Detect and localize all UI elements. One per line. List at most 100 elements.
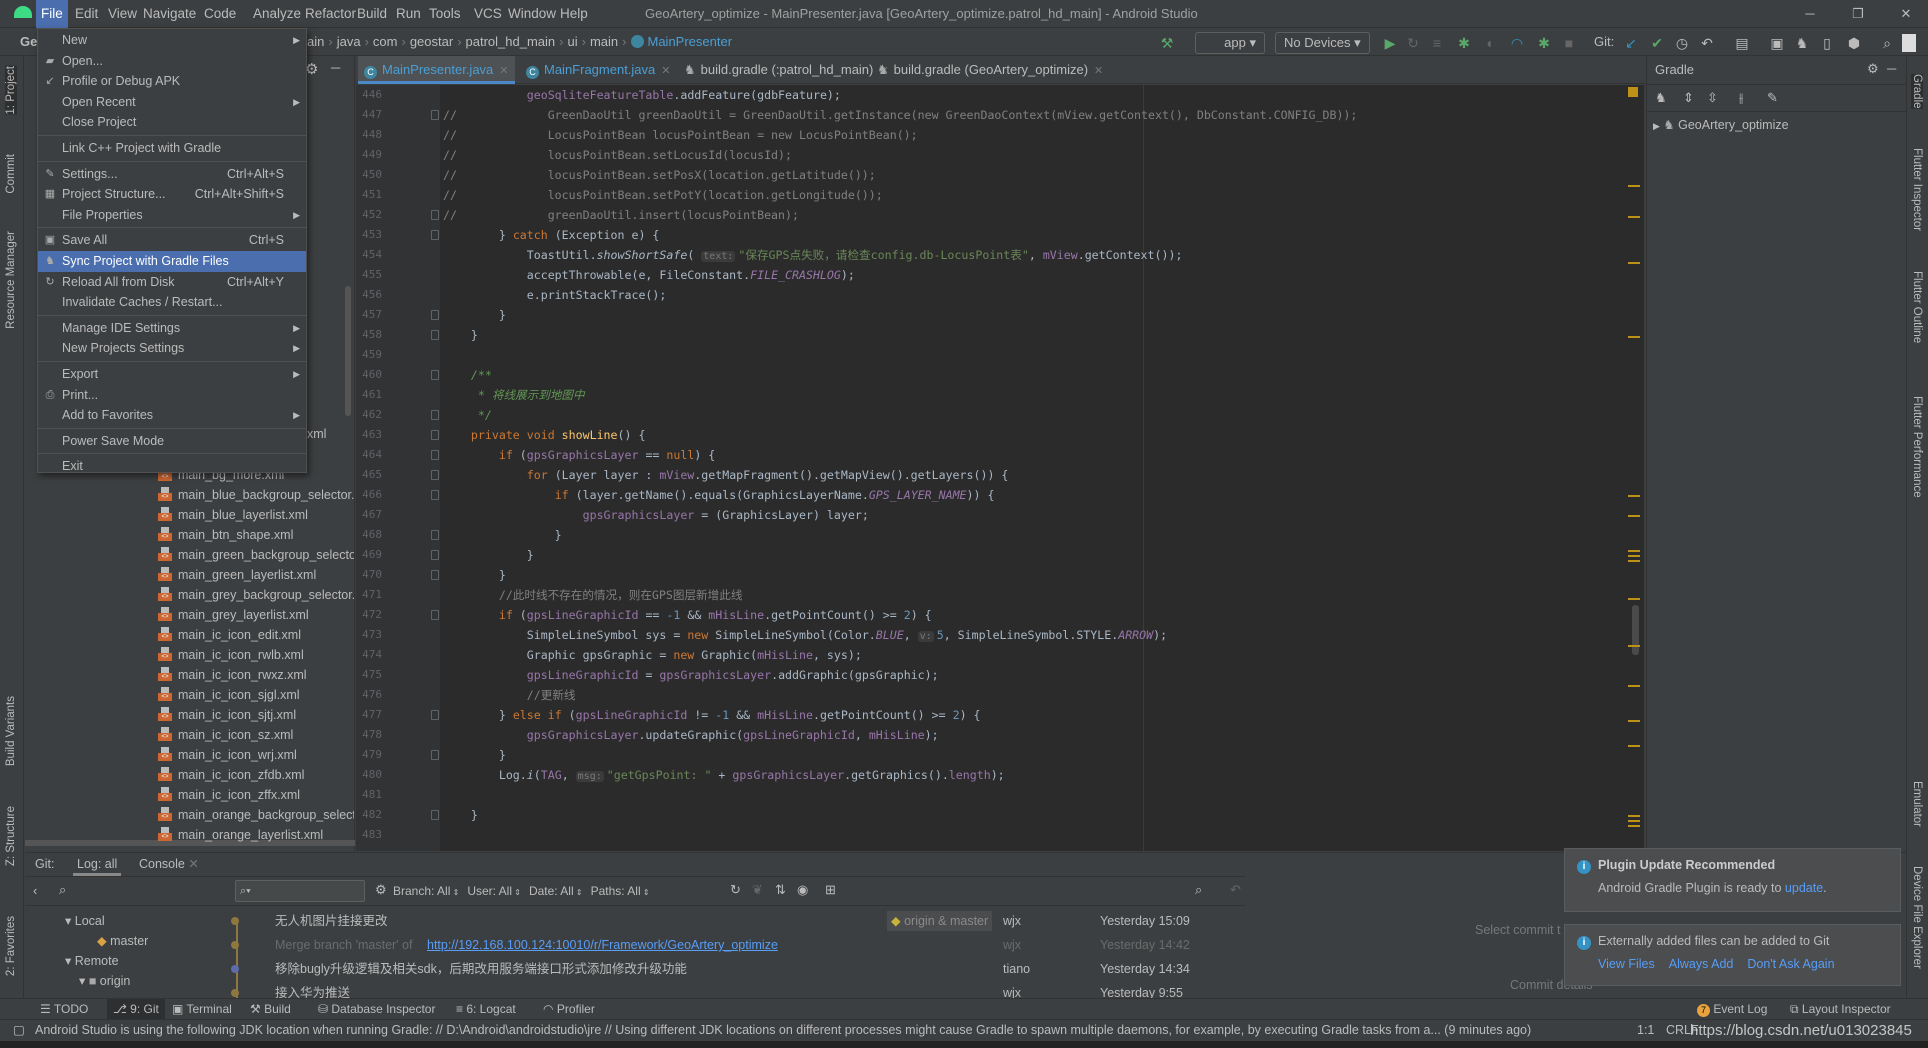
avatar[interactable] — [1902, 34, 1916, 52]
menu-item-exit[interactable]: Exit — [38, 456, 306, 477]
error-stripe-mark[interactable] — [1628, 336, 1640, 338]
breadcrumb-item[interactable]: com — [373, 34, 398, 49]
git-rollback-icon[interactable]: ↶ — [1698, 34, 1716, 52]
avd-manager-icon[interactable]: ▯ — [1818, 34, 1836, 52]
tool-window-build[interactable]: ⚒ Build — [250, 999, 291, 1020]
tree-item[interactable]: main_ic_icon_zffx.xml — [158, 785, 354, 805]
tree-item[interactable]: main_blue_layerlist.xml — [158, 505, 354, 525]
fold-marker-icon[interactable] — [431, 210, 439, 220]
status-message[interactable]: Android Studio is using the following JD… — [35, 1020, 1635, 1041]
menu-item-sync-project-with-gradle-files[interactable]: ♞ Sync Project with Gradle Files — [38, 250, 306, 272]
tree-item[interactable]: main_grey_backgroup_selector.xml — [158, 585, 354, 605]
fold-marker-icon[interactable] — [431, 110, 439, 120]
filter-user[interactable]: User: All ⇕ — [467, 884, 521, 898]
tool-window-database-inspector[interactable]: ⛁ Database Inspector — [318, 999, 435, 1020]
error-stripe-mark[interactable] — [1628, 216, 1640, 218]
tool-window-terminal[interactable]: ▣ Terminal — [172, 999, 232, 1020]
menu-item-new-projects-settings[interactable]: New Projects Settings ▶ — [38, 338, 306, 359]
apply-changes-icon[interactable]: ↻ — [1404, 34, 1422, 52]
filter-branch[interactable]: Branch: All ⇕ — [393, 884, 459, 898]
error-stripe-mark[interactable] — [1628, 555, 1640, 557]
tool-window-6-logcat[interactable]: ≡ 6: Logcat — [456, 999, 516, 1020]
filter-date[interactable]: Date: All ⇕ — [529, 884, 583, 898]
tree-item[interactable]: main_orange_layerlist.xml — [158, 825, 354, 845]
stripe-build-variants[interactable]: Build Variants — [5, 696, 17, 766]
error-stripe-mark[interactable] — [1628, 720, 1640, 722]
fold-marker-icon[interactable] — [431, 750, 439, 760]
tool-window-profiler[interactable]: ◠ Profiler — [543, 999, 595, 1020]
fold-marker-icon[interactable] — [431, 810, 439, 820]
profile-icon[interactable]: ◠ — [1508, 34, 1526, 52]
menu-vcs[interactable]: VCS — [469, 0, 507, 28]
menu-build[interactable]: Build — [352, 0, 392, 28]
tool-window-9-git[interactable]: ⎇ 9: Git — [107, 999, 165, 1020]
stripe-favorites[interactable]: 2: Favorites — [5, 916, 17, 976]
breadcrumb-item[interactable]: geostar — [410, 34, 453, 49]
error-stripe-mark[interactable] — [1628, 560, 1640, 562]
event-log-button[interactable]: 7 Event Log — [1697, 999, 1767, 1020]
close-window-button[interactable]: ✕ — [1896, 0, 1916, 28]
project-scrollbar[interactable] — [345, 286, 351, 416]
fold-marker-icon[interactable] — [431, 230, 439, 240]
error-stripe-mark[interactable] — [1628, 262, 1640, 264]
status-toggle-icon[interactable]: ▢ — [13, 1020, 25, 1041]
error-stripe-mark[interactable] — [1628, 495, 1640, 497]
fold-marker-icon[interactable] — [431, 490, 439, 500]
menu-item-invalidate-caches-restart[interactable]: Invalidate Caches / Restart... — [38, 292, 306, 313]
menu-item-print[interactable]: ⎙ Print... — [38, 385, 306, 406]
menu-item-project-structure[interactable]: ▦ Project Structure... Ctrl+Alt+Shift+S — [38, 184, 306, 205]
tree-item[interactable]: main_grey_layerlist.xml — [158, 605, 354, 625]
breadcrumb-item[interactable]: patrol_hd_main — [466, 34, 556, 49]
error-stripe-mark[interactable] — [1628, 598, 1640, 600]
tree-item[interactable]: main_ic_icon_zfdb.xml — [158, 765, 354, 785]
stripe-flutter-inspector[interactable]: Flutter Inspector — [1911, 148, 1923, 231]
tab-build-gradle-geoartery-optimize-[interactable]: ♞ build.gradle (GeoArtery_optimize) ✕ — [871, 56, 1109, 84]
breadcrumb-project[interactable]: Ge — [20, 28, 37, 56]
tab-log-all[interactable]: Log: all — [73, 853, 122, 876]
menu-item-profile-or-debug-apk[interactable]: ↙ Profile or Debug APK — [38, 71, 306, 92]
close-tab-icon[interactable]: ✕ — [1094, 65, 1103, 77]
attach-debugger-icon[interactable]: ◖ — [1480, 34, 1498, 52]
fold-marker-icon[interactable] — [431, 610, 439, 620]
log-settings-icon[interactable]: ⚙ — [375, 882, 387, 898]
tree-item[interactable]: main_ic_icon_rwxz.xml — [158, 665, 354, 685]
menu-item-close-project[interactable]: Close Project — [38, 112, 306, 133]
minimize-button[interactable]: ─ — [1800, 0, 1820, 28]
menu-item-manage-ide-settings[interactable]: Manage IDE Settings ▶ — [38, 318, 306, 339]
menu-item-link-c-project-with-gradle[interactable]: Link C++ Project with Gradle — [38, 138, 306, 159]
stripe-project[interactable]: 1: Project — [5, 66, 17, 115]
fold-marker-icon[interactable] — [431, 530, 439, 540]
view-options-icon[interactable]: ◉ — [797, 882, 808, 898]
menu-item-file-properties[interactable]: File Properties ▶ — [38, 205, 306, 226]
settings-gear-icon[interactable]: ⚙ — [305, 60, 318, 78]
fold-marker-icon[interactable] — [431, 550, 439, 560]
breadcrumb-item[interactable]: ui — [568, 34, 578, 49]
tree-item[interactable]: main_ic_icon_sjtj.xml — [158, 705, 354, 725]
error-stripe-mark[interactable] — [1628, 820, 1640, 822]
collapse-all-icon[interactable]: ⇳ — [1707, 90, 1718, 106]
sdk-manager-icon[interactable]: ▣ — [1768, 34, 1786, 52]
stripe-commit[interactable]: Commit — [5, 154, 17, 194]
tree-item[interactable]: main_blue_backgroup_selector.xml — [158, 485, 354, 505]
collapse-branches-icon[interactable]: ‹ — [33, 883, 37, 898]
resource-icon[interactable]: ⬢ — [1845, 34, 1863, 52]
fold-marker-icon[interactable] — [431, 570, 439, 580]
code-editor[interactable]: geoSqliteFeatureTable.addFeature(gdbFeat… — [440, 85, 1644, 851]
menu-view[interactable]: View — [103, 0, 142, 28]
error-stripe-mark[interactable] — [1628, 185, 1640, 187]
debug-attach-icon[interactable]: ✱ — [1535, 34, 1553, 52]
git-commit-icon[interactable]: ✔ — [1648, 34, 1666, 52]
branch-search-icon[interactable]: ⌕ — [59, 882, 66, 898]
git-update-icon[interactable]: ↙ — [1622, 34, 1640, 52]
run-icon[interactable]: ▶ — [1381, 34, 1399, 52]
commit-row[interactable]: 移除bugly升级逻辑及相关sdk，后期改用服务端接口形式添加修改升级功能 tia… — [25, 957, 1190, 981]
action-don-t-ask-again[interactable]: Don't Ask Again — [1747, 957, 1834, 971]
expand-all-icon[interactable]: ⇕ — [1683, 90, 1694, 106]
breadcrumb-current[interactable]: MainPresenter — [630, 34, 732, 49]
tab-mainpresenter-java[interactable]: C MainPresenter.java ✕ — [358, 56, 515, 84]
project-structure-icon[interactable]: ▤ — [1733, 34, 1751, 52]
close-tab-icon[interactable]: ✕ — [661, 65, 670, 77]
restore-button[interactable]: ❐ — [1848, 0, 1868, 28]
stripe-resource-manager[interactable]: Resource Manager — [5, 231, 17, 329]
reload-gradle-icon[interactable]: ♞ — [1655, 90, 1667, 106]
